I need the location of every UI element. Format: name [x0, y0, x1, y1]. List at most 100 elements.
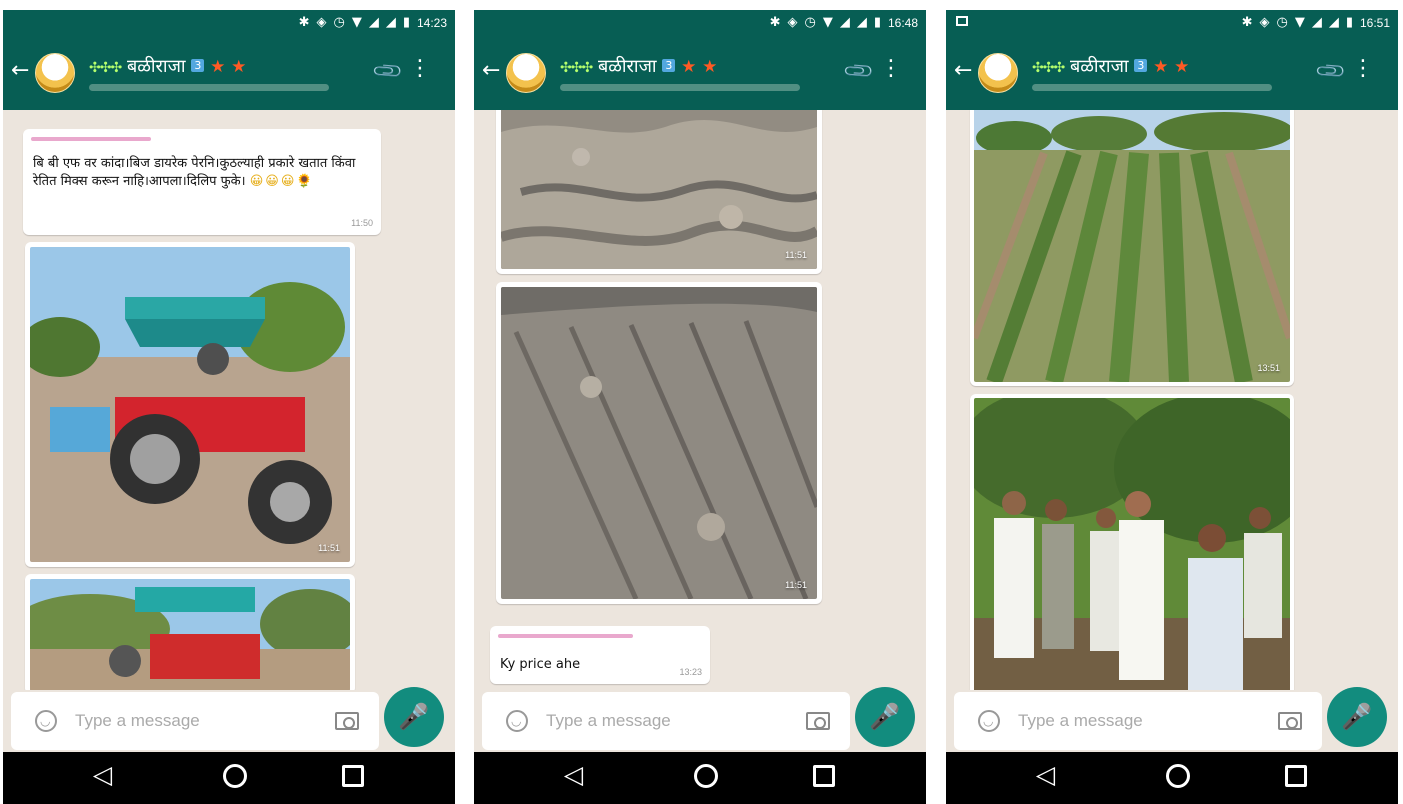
chat-messages[interactable]: 11:51 11:51 Ky price ahe 13:23	[474, 110, 926, 690]
status-time: 16:48	[887, 15, 918, 30]
farmers-group-photo[interactable]	[974, 398, 1290, 690]
photo-time: 11:51	[318, 543, 340, 553]
wifi-icon: ▼	[822, 15, 833, 30]
alarm-icon: ◷	[333, 15, 345, 30]
paperclip-icon[interactable]: 📎	[370, 54, 405, 89]
status-bar: ✱ ◈ ◷ ▼ ◢ ◢ ▮ 16:48	[474, 10, 926, 38]
back-arrow-icon[interactable]: ←	[482, 58, 500, 83]
three-phone-screenshots: ✱ ◈ ◷ ▼ ◢ ◢ ▮ 14:23 ← ✣✣✣ बळीराजा 3 ★ ★ …	[0, 0, 1403, 804]
group-avatar[interactable]	[35, 53, 75, 93]
photo-message-bubble-2[interactable]	[970, 394, 1294, 690]
participants-blur	[1032, 84, 1272, 91]
signal-icon-2: ◢	[1328, 15, 1339, 30]
android-nav-bar: ◁	[3, 752, 455, 804]
mic-button[interactable]: 🎤	[384, 687, 444, 747]
sender-name-blur	[498, 634, 633, 638]
text-message-bubble[interactable]: बि बी एफ वर कांदा।बिज डायरेक पेरनि।कुठल्…	[23, 129, 381, 235]
nav-recents-icon[interactable]	[1285, 765, 1307, 787]
wifi-icon: ▼	[351, 15, 362, 30]
more-options-icon[interactable]: ⋮	[409, 58, 431, 80]
nav-recents-icon[interactable]	[813, 765, 835, 787]
paperclip-icon[interactable]: 📎	[841, 54, 876, 89]
leaf-emoji-icon: ✣✣✣	[560, 60, 593, 76]
signal-icon-2: ◢	[385, 15, 396, 30]
message-placeholder[interactable]: Type a message	[75, 711, 200, 731]
back-arrow-icon[interactable]: ←	[11, 58, 29, 83]
chat-messages[interactable]: 13:51	[946, 110, 1398, 690]
status-time: 14:23	[416, 15, 447, 30]
star-icon-2: ★	[231, 57, 247, 77]
group-avatar[interactable]	[506, 53, 546, 93]
photo-message-bubble-2[interactable]: 11:51	[496, 282, 822, 604]
battery-icon: ▮	[402, 15, 410, 30]
wifi-icon: ▼	[1294, 15, 1305, 30]
emoji-icon[interactable]	[35, 710, 57, 732]
alarm-icon: ◷	[1276, 15, 1288, 30]
star-icon: ★	[210, 57, 226, 77]
group-title[interactable]: ✣✣✣ बळीराजा 3 ★ ★	[560, 54, 717, 78]
participants-blur	[560, 84, 800, 91]
star-icon-2: ★	[702, 57, 718, 77]
battery-icon: ▮	[873, 15, 881, 30]
text-message-bubble[interactable]: Ky price ahe 13:23	[490, 626, 710, 684]
message-input-box[interactable]: Type a message	[482, 692, 850, 750]
android-nav-bar: ◁	[946, 752, 1398, 804]
photo-message-bubble-2[interactable]	[25, 574, 355, 690]
phone-screen-2: ✱ ◈ ◷ ▼ ◢ ◢ ▮ 16:48 ← ✣✣✣ बळीराजा 3 ★ ★ …	[474, 10, 926, 804]
emoji-row: 😀😀😀🌻	[249, 174, 315, 189]
android-nav-bar: ◁	[474, 752, 926, 804]
more-options-icon[interactable]: ⋮	[1352, 58, 1374, 80]
nav-back-icon[interactable]: ◁	[1036, 762, 1055, 787]
tractor-photo[interactable]: 11:51	[30, 247, 350, 562]
camera-icon[interactable]	[1278, 712, 1302, 730]
group-name: बळीराजा	[126, 56, 186, 77]
nav-back-icon[interactable]: ◁	[564, 762, 583, 787]
group-avatar[interactable]	[978, 53, 1018, 93]
nav-back-icon[interactable]: ◁	[93, 762, 112, 787]
participants-blur	[89, 84, 329, 91]
chat-messages[interactable]: बि बी एफ वर कांदा।बिज डायरेक पेरनि।कुठल्…	[3, 110, 455, 690]
chat-header: ← ✣✣✣ बळीराजा 3 ★ ★ 📎 ⋮	[946, 38, 1398, 110]
photo-time: 11:51	[785, 250, 807, 260]
emoji-icon[interactable]	[978, 710, 1000, 732]
mic-button[interactable]: 🎤	[855, 687, 915, 747]
onion-field-photo[interactable]: 13:51	[974, 110, 1290, 382]
status-bar: ✱ ◈ ◷ ▼ ◢ ◢ ▮ 16:51	[946, 10, 1398, 38]
camera-icon[interactable]	[806, 712, 830, 730]
more-options-icon[interactable]: ⋮	[880, 58, 902, 80]
message-input-box[interactable]: Type a message	[11, 692, 379, 750]
tractor-photo-2[interactable]	[30, 579, 350, 690]
back-arrow-icon[interactable]: ←	[954, 58, 972, 83]
photo-message-bubble[interactable]: 11:51	[25, 242, 355, 567]
leaf-emoji-icon: ✣✣✣	[1032, 60, 1065, 76]
group-name: बळीराजा	[1069, 56, 1129, 77]
soil-photo-1[interactable]: 11:51	[501, 110, 817, 269]
nav-home-icon[interactable]	[694, 764, 718, 788]
message-time: 11:50	[351, 218, 373, 228]
photo-message-bubble[interactable]: 13:51	[970, 110, 1294, 386]
group-title[interactable]: ✣✣✣ बळीराजा 3 ★ ★	[89, 54, 246, 78]
emoji-icon[interactable]	[506, 710, 528, 732]
soil-photo-2[interactable]: 11:51	[501, 287, 817, 599]
phone-screen-1: ✱ ◈ ◷ ▼ ◢ ◢ ▮ 14:23 ← ✣✣✣ बळीराजा 3 ★ ★ …	[3, 10, 455, 804]
nav-home-icon[interactable]	[1166, 764, 1190, 788]
group-title[interactable]: ✣✣✣ बळीराजा 3 ★ ★	[1032, 54, 1189, 78]
message-input-box[interactable]: Type a message	[954, 692, 1322, 750]
bluetooth-icon: ✱	[298, 15, 310, 30]
photo-message-bubble[interactable]: 11:51	[496, 110, 822, 274]
message-text: Ky price ahe	[500, 657, 581, 672]
message-placeholder[interactable]: Type a message	[546, 711, 671, 731]
chat-header: ← ✣✣✣ बळीराजा 3 ★ ★ 📎 ⋮	[3, 38, 455, 110]
screenshot-notification-icon	[956, 16, 968, 26]
camera-icon[interactable]	[335, 712, 359, 730]
mic-button[interactable]: 🎤	[1327, 687, 1387, 747]
phone-screen-3: ✱ ◈ ◷ ▼ ◢ ◢ ▮ 16:51 ← ✣✣✣ बळीराजा 3 ★ ★ …	[946, 10, 1398, 804]
status-bar: ✱ ◈ ◷ ▼ ◢ ◢ ▮ 14:23	[3, 10, 455, 38]
status-icons: ✱ ◈ ◷ ▼ ◢ ◢ ▮ 16:51	[1242, 15, 1390, 30]
nav-home-icon[interactable]	[223, 764, 247, 788]
leaf-emoji-icon: ✣✣✣	[89, 60, 122, 76]
nav-recents-icon[interactable]	[342, 765, 364, 787]
photo-time: 13:51	[1257, 363, 1280, 373]
paperclip-icon[interactable]: 📎	[1313, 54, 1348, 89]
message-placeholder[interactable]: Type a message	[1018, 711, 1143, 731]
